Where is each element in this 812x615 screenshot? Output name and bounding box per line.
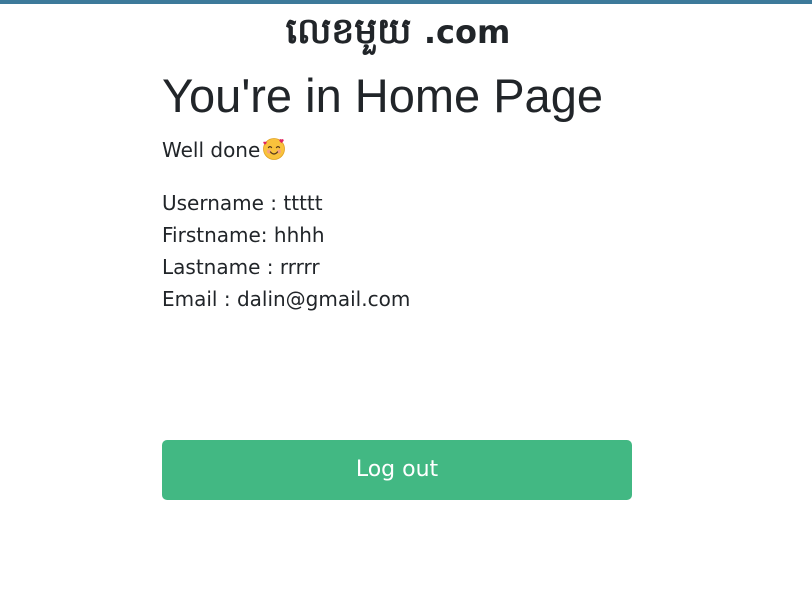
- home-content: You're in Home Page Well done Username :…: [162, 66, 632, 315]
- welcome-message: Well done: [162, 136, 632, 164]
- page-title: You're in Home Page: [162, 69, 603, 122]
- email-row: Email : dalin@gmail.com: [162, 287, 411, 311]
- smiling-face-with-hearts-icon: [263, 138, 286, 160]
- user-info-list: Username : ttttt Firstname: hhhh Lastnam…: [162, 187, 632, 315]
- lastname-row: Lastname : rrrrr: [162, 255, 320, 279]
- welcome-text: Well done: [162, 138, 261, 162]
- brand-khmer-text: លេខមួយ: [285, 11, 412, 52]
- firstname-row: Firstname: hhhh: [162, 223, 325, 247]
- brand-logo: លេខមួយ .com: [0, 10, 796, 54]
- logout-button[interactable]: Log out: [162, 440, 632, 500]
- top-accent-bar: [0, 0, 812, 4]
- brand-domain-suffix: .com: [423, 13, 511, 51]
- username-row: Username : ttttt: [162, 191, 323, 215]
